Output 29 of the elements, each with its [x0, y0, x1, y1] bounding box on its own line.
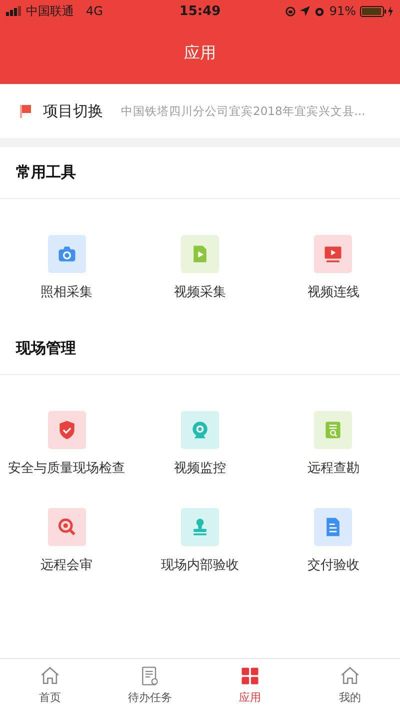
tab[interactable]: 首页: [0, 659, 100, 710]
project-switch-row[interactable]: 项目切换 中国铁塔四川分公司宜宾2018年宜宾兴文县...: [20, 84, 400, 138]
app-shortcut[interactable]: 视频监控: [174, 411, 226, 477]
task-list-icon: [139, 664, 161, 686]
clock-time: 15:49: [179, 4, 221, 18]
flag-icon: [20, 104, 31, 118]
signal-icon: [6, 6, 22, 16]
page-title: 应用: [184, 42, 216, 64]
alarm-clock-icon: [314, 6, 326, 16]
home-icon: [39, 664, 61, 686]
app-shortcut[interactable]: 视频采集: [174, 235, 226, 301]
location-arrow-icon: [300, 6, 310, 16]
app-shortcut[interactable]: 交付验收: [307, 508, 360, 574]
home-icon: [339, 664, 361, 686]
section-heading: 常用工具: [16, 163, 76, 182]
network-type: 4G: [86, 4, 103, 18]
battery-charging-icon: [360, 6, 394, 16]
tab[interactable]: 待办任务: [100, 659, 200, 710]
section-heading: 现场管理: [16, 339, 76, 358]
app-shortcut[interactable]: 照相采集: [40, 235, 93, 301]
app-shortcut[interactable]: 现场内部验收: [160, 508, 239, 574]
app-shortcut[interactable]: 视频连线: [307, 235, 360, 301]
tab[interactable]: 应用: [200, 659, 300, 710]
carrier-name: 中国联通: [26, 2, 74, 20]
app-shortcut[interactable]: 安全与质量现场检查: [8, 411, 126, 477]
app-shortcut[interactable]: 远程会审: [40, 508, 93, 574]
app-shortcut[interactable]: 远程查勘: [307, 411, 360, 477]
battery-percent: 91%: [329, 4, 356, 18]
tab[interactable]: 我的: [300, 659, 400, 710]
